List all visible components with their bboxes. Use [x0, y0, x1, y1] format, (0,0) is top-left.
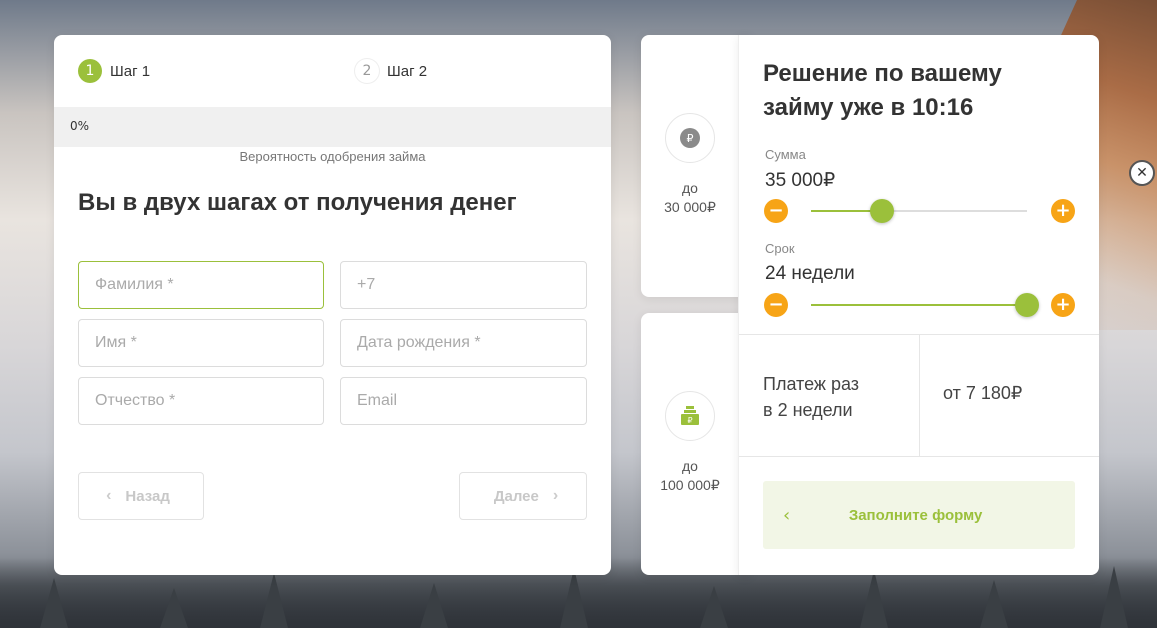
offer-1-amount: 30 000₽: [664, 199, 716, 215]
term-label: Срок: [765, 241, 795, 256]
phone-input[interactable]: [341, 262, 586, 308]
name-input[interactable]: [79, 320, 323, 366]
step-1[interactable]: 1 Шаг 1: [78, 59, 150, 83]
term-slider-fill: [811, 304, 1027, 306]
back-button[interactable]: ‹ Назад: [78, 472, 204, 520]
back-button-label: Назад: [125, 487, 170, 505]
next-button-label: Далее: [493, 487, 539, 505]
approval-caption: Вероятность одобрения займа: [239, 149, 426, 164]
birthdate-field[interactable]: [340, 319, 587, 367]
fill-form-button-label: Заполните форму: [848, 506, 983, 524]
patronymic-field[interactable]: [78, 377, 324, 425]
step-2-label: Шаг 2: [387, 62, 428, 80]
offer-1-prefix: до: [682, 180, 698, 196]
svg-text:₽: ₽: [687, 132, 694, 145]
money-stack-icon: ₽: [665, 391, 715, 441]
approval-progress-bar: 0%: [54, 107, 611, 147]
amount-decrease-button[interactable]: −: [764, 199, 788, 223]
name-field[interactable]: [78, 319, 324, 367]
divider: [919, 334, 920, 456]
steps-indicator: 1 Шаг 1 2 Шаг 2: [78, 59, 587, 83]
form-title: Вы в двух шагах от получения денег: [78, 189, 517, 216]
surname-field[interactable]: [78, 261, 324, 309]
offer-card-large[interactable]: ₽ до 100 000₽: [641, 313, 751, 575]
chevron-right-icon: ›: [552, 487, 559, 504]
calculator-title: Решение по вашему займу уже в 10:16: [763, 60, 1002, 121]
fill-form-button[interactable]: ‹ Заполните форму: [763, 481, 1075, 549]
offer-2-text: до 100 000₽: [641, 457, 739, 495]
loan-calculator-card: Решение по вашему займу уже в 10:16 Сумм…: [738, 35, 1099, 575]
payment-frequency-label: Платеж раз в 2 недели: [763, 371, 859, 423]
phone-field[interactable]: [340, 261, 587, 309]
chevron-left-icon: ‹: [783, 504, 791, 526]
surname-input[interactable]: [79, 262, 323, 308]
term-increase-button[interactable]: +: [1051, 293, 1075, 317]
amount-label: Сумма: [765, 147, 806, 162]
offer-2-prefix: до: [682, 458, 698, 474]
term-slider[interactable]: [811, 293, 1039, 317]
amount-slider-thumb[interactable]: [870, 199, 895, 223]
step-1-number: 1: [78, 59, 102, 83]
payment-label-line-1: Платеж раз: [763, 374, 860, 394]
email-field[interactable]: [340, 377, 587, 425]
patronymic-input[interactable]: [79, 378, 323, 424]
close-icon[interactable]: ✕: [1129, 160, 1155, 186]
progress-percent: 0%: [70, 119, 90, 133]
amount-increase-button[interactable]: +: [1051, 199, 1075, 223]
offer-2-amount: 100 000₽: [660, 477, 720, 493]
chevron-left-icon: ‹: [106, 487, 112, 504]
step-2-number: 2: [355, 59, 379, 83]
term-slider-thumb[interactable]: [1015, 293, 1039, 317]
offer-card-small[interactable]: ₽ до 30 000₽: [641, 35, 751, 297]
ruble-coin-icon: ₽: [665, 113, 715, 163]
step-1-label: Шаг 1: [110, 62, 151, 80]
svg-text:₽: ₽: [687, 416, 692, 425]
next-button[interactable]: Далее ›: [459, 472, 587, 520]
term-value: 24 недели: [765, 263, 855, 284]
payment-label-line-2: в 2 недели: [763, 400, 853, 420]
offer-1-text: до 30 000₽: [641, 179, 739, 217]
birthdate-input[interactable]: [341, 320, 586, 366]
amount-slider[interactable]: [811, 199, 1027, 223]
divider: [739, 456, 1099, 457]
step-2[interactable]: 2 Шаг 2: [355, 59, 427, 83]
email-input[interactable]: [341, 378, 586, 424]
term-decrease-button[interactable]: −: [764, 293, 788, 317]
payment-amount: от 7 180₽: [943, 383, 1023, 403]
application-form-card: 1 Шаг 1 2 Шаг 2 0% Вероятность одобрения…: [54, 35, 611, 575]
amount-value: 35 000₽: [765, 170, 836, 191]
